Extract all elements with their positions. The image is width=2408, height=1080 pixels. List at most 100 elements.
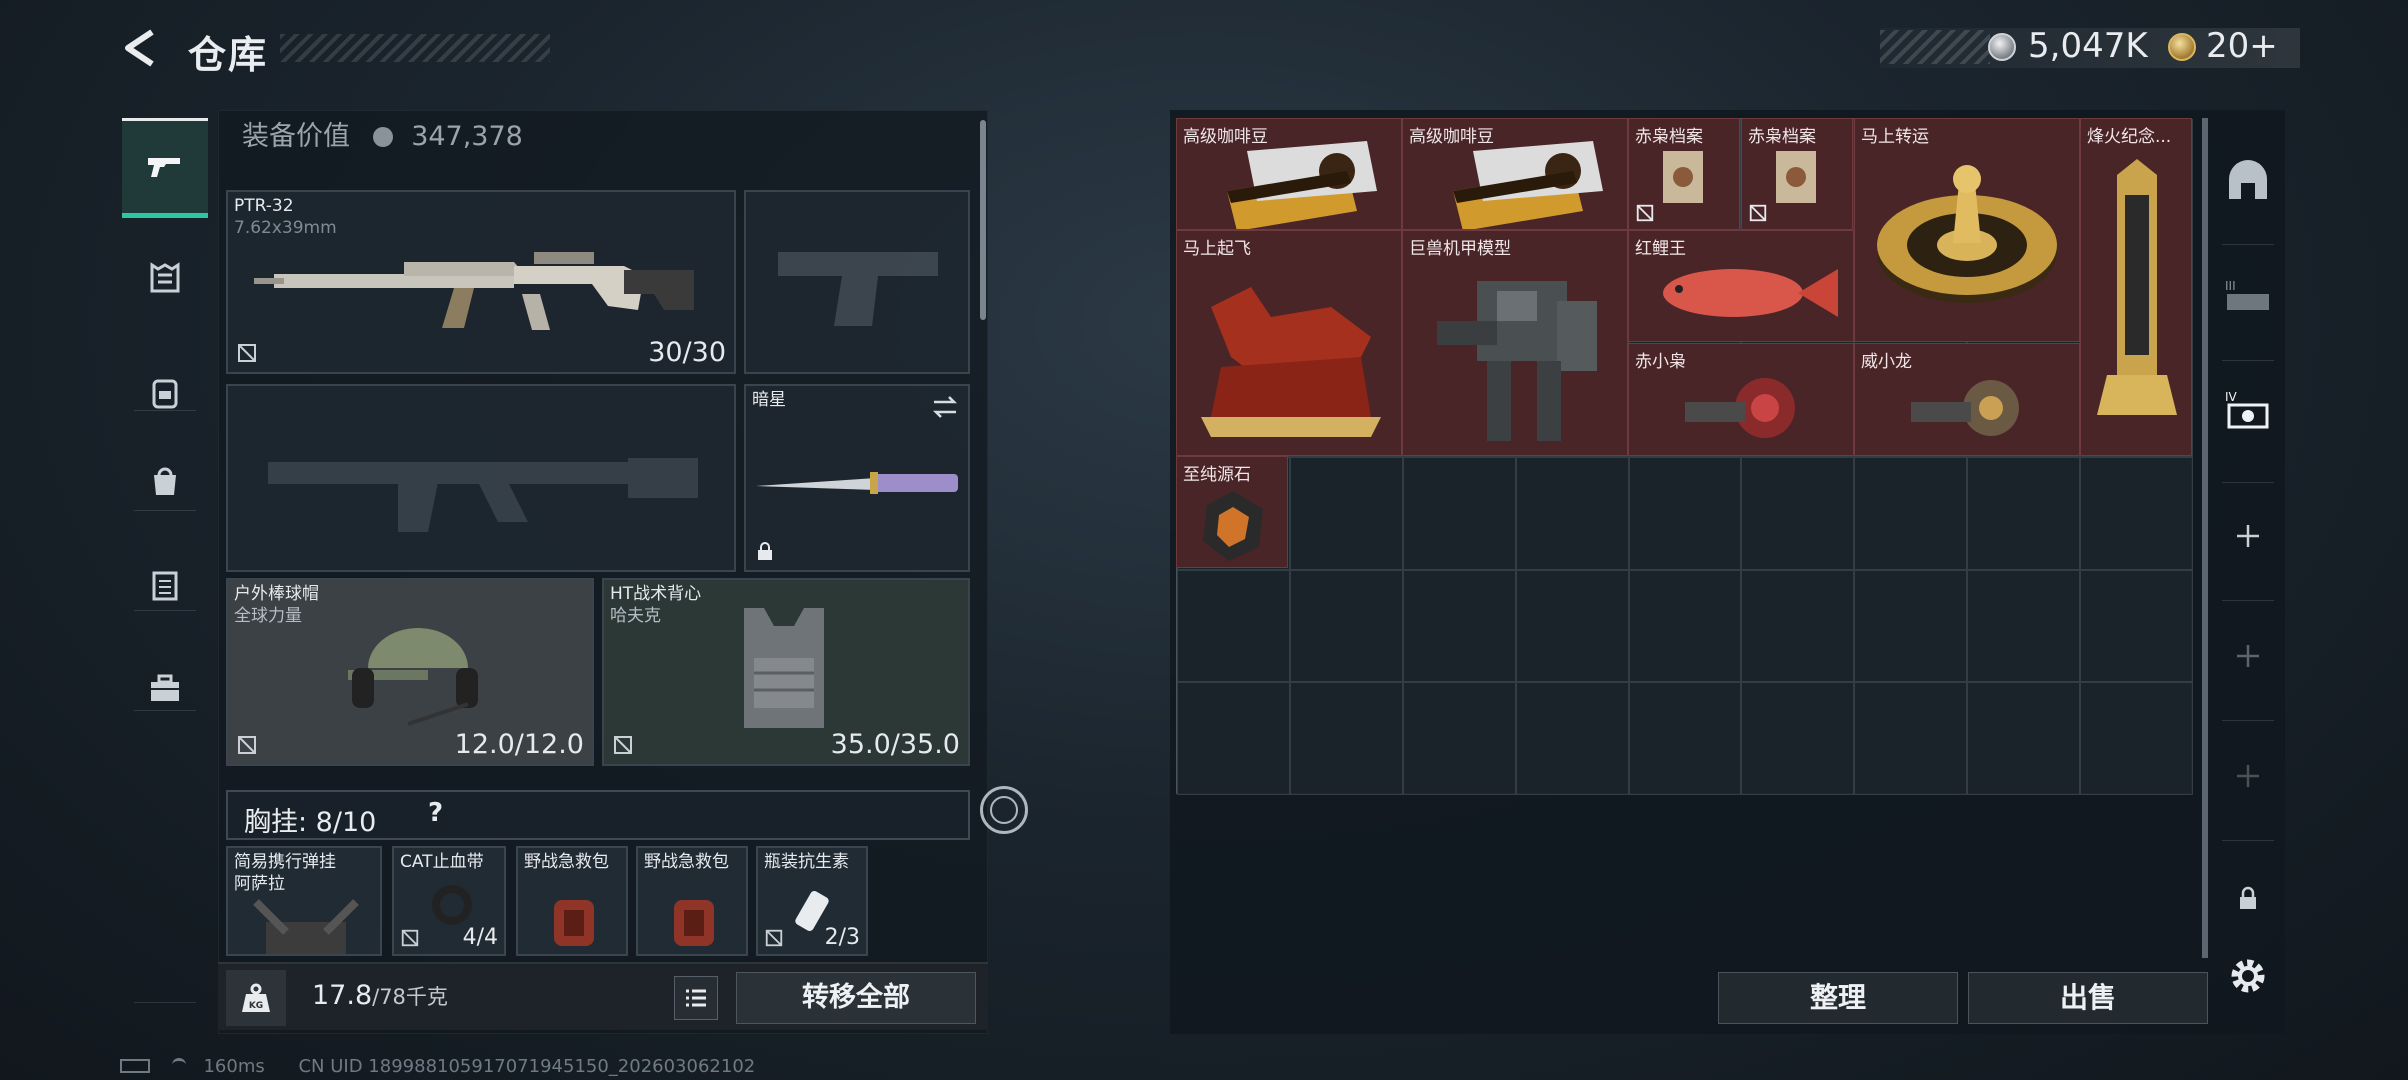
item-name: 威小龙 [1861,352,1912,372]
grid-cell[interactable] [1628,682,1742,796]
chest-rig-header[interactable]: 胸挂: 8/10 ? [226,790,970,840]
gear-icon [2231,959,2265,993]
grid-cell[interactable] [1741,682,1855,796]
grid-cell[interactable] [1515,682,1629,796]
equip-value-number: 347,378 [411,121,523,152]
chest-item-firstaid-2[interactable]: 野战急救包 [636,846,748,956]
chest-item-tourniquet[interactable]: CAT止血带 4/4 [392,846,506,956]
grid-cell[interactable] [1967,569,2081,683]
grid-cell[interactable] [1402,682,1516,796]
gold-amount[interactable]: 20+ [2206,26,2278,66]
storage-item-trophy[interactable]: 烽火纪念... [2080,118,2192,456]
grid-cell[interactable] [1741,457,1855,570]
knife-icon [756,472,958,494]
silver-amount[interactable]: 5,047K [2028,26,2148,66]
title-decoration [280,34,550,62]
svg-text:III: III [2225,279,2236,293]
armor-slot[interactable]: HT战术背心 哈夫克 35.0/35.0 [602,578,970,766]
horse-statue-icon [1201,287,1381,437]
primary-weapon-slot[interactable]: PTR-32 7.62x39mm 30/30 [226,190,736,374]
silver-coin-icon [1988,33,2016,61]
file-icon [1776,151,1816,203]
grid-cell[interactable] [1289,569,1403,683]
grid-cell[interactable] [1515,569,1629,683]
storage-item-gem[interactable]: 至纯源石 [1176,456,1288,568]
trophy-icon [2097,159,2177,415]
item-name: 赤枭档案 [1748,127,1816,147]
nav-toolbox[interactable] [122,638,208,738]
secondary-weapon-slot[interactable] [226,384,736,572]
storage-item-horse[interactable]: 马上起飞 [1176,230,1402,456]
list-view-button[interactable] [674,976,718,1020]
add-tab-3[interactable] [2208,726,2288,826]
weight-current: 17.8 [312,980,373,1011]
back-arrow-icon [125,29,154,67]
item-name: 巨兽机甲模型 [1409,239,1511,259]
storage-item-coffee-2[interactable]: 高级咖啡豆 [1402,118,1628,230]
storage-item-coffee-1[interactable]: 高级咖啡豆 [1176,118,1402,230]
storage-item-mech[interactable]: 巨兽机甲模型 [1402,230,1628,456]
cap-icon [348,628,478,726]
chest-item-name: 简易携行弹挂 [234,852,336,872]
grid-cell[interactable] [1515,457,1629,570]
pistol-slot[interactable] [744,190,970,374]
vest-icon [744,608,824,728]
melee-name: 暗星 [752,390,786,410]
grid-cell[interactable] [2080,682,2193,796]
grid-cell[interactable] [1628,457,1742,570]
grid-cell[interactable] [1402,457,1516,570]
no-insure-icon [1749,204,1767,222]
storage-item-file-2[interactable]: 赤枭档案 [1741,118,1853,230]
nav-backpack[interactable] [122,342,208,442]
loadout-scrollbar[interactable] [980,120,986,320]
chest-item-firstaid-1[interactable]: 野战急救包 [516,846,628,956]
grid-cell[interactable] [1854,457,1968,570]
grid-cell[interactable] [1628,569,1742,683]
currency-decoration [1880,30,1990,64]
item-name: 马上起飞 [1183,239,1251,259]
figurine-icon [1685,378,1795,438]
nav-bag[interactable] [122,430,208,530]
grid-cell[interactable] [1854,682,1968,796]
melee-slot[interactable]: 暗星 [744,384,970,572]
help-icon[interactable]: ? [428,798,443,828]
nav-case[interactable] [122,534,208,634]
bag-icon [154,467,176,495]
first-aid-icon [674,900,714,946]
add-tab-1[interactable] [2208,486,2288,586]
grid-cell[interactable] [2080,457,2193,570]
grid-cell[interactable] [1289,457,1403,570]
chest-item-antibiotic[interactable]: 瓶装抗生素 2/3 [756,846,868,956]
storage-tab-2[interactable]: III [2208,246,2288,346]
grid-cell[interactable] [1741,569,1855,683]
sell-button[interactable]: 出售 [1968,972,2208,1024]
grid-cell[interactable] [1177,569,1290,683]
grid-cell[interactable] [1177,682,1290,796]
grid-cell[interactable] [1854,569,1968,683]
nav-chest-rig[interactable] [122,228,208,328]
helmet-slot[interactable]: 户外棒球帽 全球力量 12.0/12.0 [226,578,594,766]
battery-icon [120,1059,150,1073]
storage-item-roulette[interactable]: 马上转运 [1854,118,2080,342]
grid-cell[interactable] [1289,682,1403,796]
storage-item-carp[interactable]: 红鲤王 [1628,230,1854,342]
weapon-name: PTR-32 [234,196,294,216]
storage-tab-3-active[interactable]: IV [2208,362,2288,462]
plus-icon [2237,765,2259,787]
nav-weapon[interactable] [122,118,208,218]
transfer-all-button[interactable]: 转移全部 [736,972,976,1024]
kg-icon: KG [242,983,270,1012]
chest-item-rig[interactable]: 简易携行弹挂 阿萨拉 [226,846,382,956]
sort-button[interactable]: 整理 [1718,972,1958,1024]
grid-cell[interactable] [2080,569,2193,683]
grid-cell[interactable] [1967,457,2081,570]
storage-item-figure-1[interactable]: 赤小枭 [1628,343,1854,456]
grid-cell[interactable] [1402,569,1516,683]
settings-button[interactable] [2208,926,2288,1026]
storage-item-file-1[interactable]: 赤枭档案 [1628,118,1740,230]
grid-cell[interactable] [1967,682,2081,796]
back-button[interactable] [118,26,162,70]
add-tab-2[interactable] [2208,606,2288,706]
storage-item-figure-2[interactable]: 威小龙 [1854,343,2080,456]
storage-tab-1[interactable] [2208,130,2288,230]
